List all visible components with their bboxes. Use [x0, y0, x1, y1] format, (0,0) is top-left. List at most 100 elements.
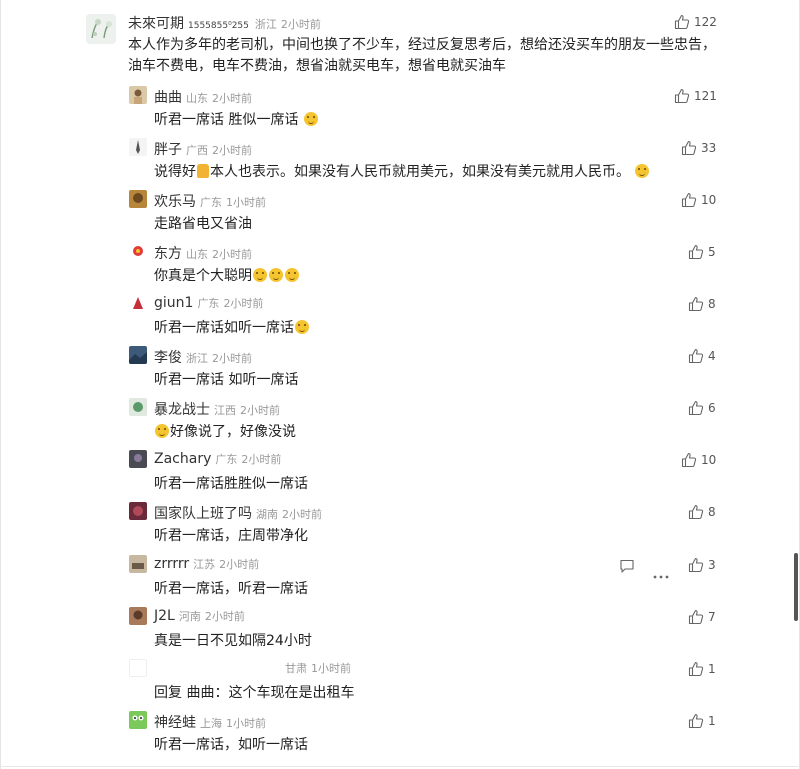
reply-meta: giun1 广东 2小时前 — [154, 295, 267, 311]
like-button[interactable]: 3 — [688, 557, 716, 573]
avatar[interactable] — [129, 346, 147, 364]
timestamp: 2小时前 — [223, 297, 264, 310]
reply-text: 听君一席话 如听一席话 — [154, 372, 299, 388]
timestamp: 2小时前 — [212, 144, 252, 157]
like-count: 8 — [708, 297, 716, 311]
location: 广东 — [215, 453, 238, 466]
reply-item: 胖子 广西 2小时前说得好 本人也表示。如果没有人民币就用美元，如果没有美元就用人民币… — [129, 138, 729, 188]
user-name[interactable]: 李俊 — [154, 350, 182, 366]
thumbs-up-icon — [688, 661, 704, 677]
avatar[interactable] — [86, 14, 116, 44]
avatar[interactable] — [129, 138, 147, 156]
location: 广东 — [200, 196, 222, 209]
thumbs-up-icon — [674, 14, 690, 30]
location: 山东 — [186, 92, 208, 105]
like-button[interactable]: 122 — [674, 14, 717, 30]
reply-text: 说得好 本人也表示。如果没有人民币就用美元，如果没有美元就用人民币。 — [154, 161, 650, 183]
emoji-icon — [155, 424, 169, 438]
like-button[interactable]: 8 — [688, 504, 716, 520]
timestamp: 2小时前 — [240, 404, 280, 417]
avatar[interactable] — [129, 294, 147, 312]
reply-item: 国家队上班了吗 湖南 2小时前 听君一席话，庄周带净化 8 — [129, 502, 729, 552]
reply-item: J2L 河南 2小时前真是一日不见如隔24小时 7 — [129, 607, 729, 657]
reply-text: 听君一席话，如听一席话 — [154, 737, 308, 753]
like-button[interactable]: 10 — [681, 452, 716, 468]
emoji-icon — [635, 164, 650, 178]
user-name[interactable]: 国家队上班了吗 — [154, 506, 252, 522]
avatar[interactable] — [129, 555, 147, 573]
user-name[interactable]: Zachary — [154, 451, 211, 467]
reply-text: 真是一日不见如隔24小时 — [154, 633, 312, 649]
reply-text: 听君一席话 胜似一席话 — [154, 109, 319, 131]
user-name[interactable]: 胖子 — [154, 142, 182, 158]
like-count: 3 — [708, 558, 716, 572]
user-name[interactable]: J2L — [154, 608, 175, 624]
user-id: 1555855⁰255 — [188, 21, 249, 31]
reply-item: 李俊 浙江 2小时前听君一席话 如听一席话 4 — [129, 346, 729, 396]
timestamp: 2小时前 — [212, 352, 252, 365]
timestamp: 2小时前 — [212, 92, 252, 105]
like-count: 1 — [708, 662, 716, 676]
avatar[interactable] — [129, 242, 147, 260]
avatar[interactable] — [129, 450, 147, 468]
reply-text: 你真是个大聪明 — [154, 265, 300, 287]
thumbs-up-icon — [688, 296, 704, 312]
reply-text: 听君一席话如听一席话 — [154, 317, 310, 339]
like-button[interactable]: 121 — [674, 88, 717, 104]
thumbs-up-icon — [688, 713, 704, 729]
page-left-border — [0, 0, 1, 769]
like-button[interactable]: 6 — [688, 400, 716, 416]
like-button[interactable]: 10 — [681, 192, 716, 208]
reply-item: Zachary 广东 2小时前 听君一席话胜胜似一席话 10 — [129, 450, 729, 500]
user-name[interactable]: 曲曲 — [154, 90, 182, 106]
like-button[interactable]: 1 — [688, 713, 716, 729]
user-name[interactable]: 暴龙战士 — [154, 402, 210, 418]
like-button[interactable]: 33 — [681, 140, 716, 156]
reply-meta: J2L 河南 2小时前 — [154, 608, 249, 624]
reply-item: 暴龙战士 江西 2小时前 好像说了，好像没说 6 — [129, 398, 729, 448]
avatar[interactable] — [129, 398, 147, 416]
reply-item: zrrrrr 江苏 2小时前 听君一席话，听君一席话 3 — [129, 555, 729, 605]
avatar[interactable] — [129, 190, 147, 208]
timestamp: 1小时前 — [226, 196, 266, 209]
reply-meta: 国家队上班了吗 湖南 2小时前 — [154, 503, 326, 523]
user-name[interactable]: 未來可期 — [128, 16, 184, 32]
user-name[interactable]: giun1 — [154, 295, 193, 311]
more-icon[interactable] — [653, 564, 669, 583]
thumbs-up-icon — [674, 88, 690, 104]
user-name[interactable]: 神经蛙 — [154, 715, 196, 731]
user-name[interactable]: 东方 — [154, 246, 182, 262]
reply-text: 回复 曲曲：这个车现在是出租车 — [154, 685, 355, 701]
reply-text: 听君一席话胜胜似一席话 — [154, 476, 308, 492]
emoji-icon — [285, 268, 299, 282]
like-button[interactable]: 1 — [688, 661, 716, 677]
scrollbar-thumb[interactable] — [794, 553, 798, 621]
avatar[interactable] — [129, 711, 147, 729]
location: 广西 — [186, 144, 208, 157]
thumbs-up-icon — [688, 609, 704, 625]
comment-icon[interactable] — [619, 558, 635, 578]
user-name[interactable]: 欢乐马 — [154, 194, 196, 210]
like-button[interactable]: 8 — [688, 296, 716, 312]
avatar[interactable] — [129, 86, 147, 104]
like-count: 1 — [708, 714, 716, 728]
like-button[interactable]: 7 — [688, 609, 716, 625]
reply-item: 甘肃 1小时前 回复 曲曲：这个车现在是出租车 1 — [129, 659, 729, 709]
main-comment: 未來可期 1555855⁰255 浙江 2小时前 本人作为多年的老司机，中间也换了不少… — [0, 0, 800, 80]
reply-meta: 李俊 浙江 2小时前 — [154, 347, 256, 367]
user-name[interactable]: zrrrrr — [154, 556, 189, 572]
avatar[interactable] — [129, 659, 147, 677]
location: 浙江 — [186, 352, 208, 365]
reply-text: 走路省电又省油 — [154, 216, 252, 232]
reply-item: 东方 山东 2小时前 你真是个大聪明 5 — [129, 242, 729, 292]
avatar[interactable] — [129, 607, 147, 625]
comment-meta: 未來可期 1555855⁰255 浙江 2小时前 — [128, 13, 325, 33]
like-button[interactable]: 4 — [688, 348, 716, 364]
thumbs-up-icon — [688, 400, 704, 416]
like-count: 121 — [694, 89, 717, 103]
reply-meta: 胖子 广西 2小时前 — [154, 139, 256, 159]
like-button[interactable]: 5 — [688, 244, 716, 260]
avatar[interactable] — [129, 502, 147, 520]
reply-meta: Zachary 广东 2小时前 — [154, 451, 285, 467]
timestamp: 2小时前 — [204, 610, 245, 623]
